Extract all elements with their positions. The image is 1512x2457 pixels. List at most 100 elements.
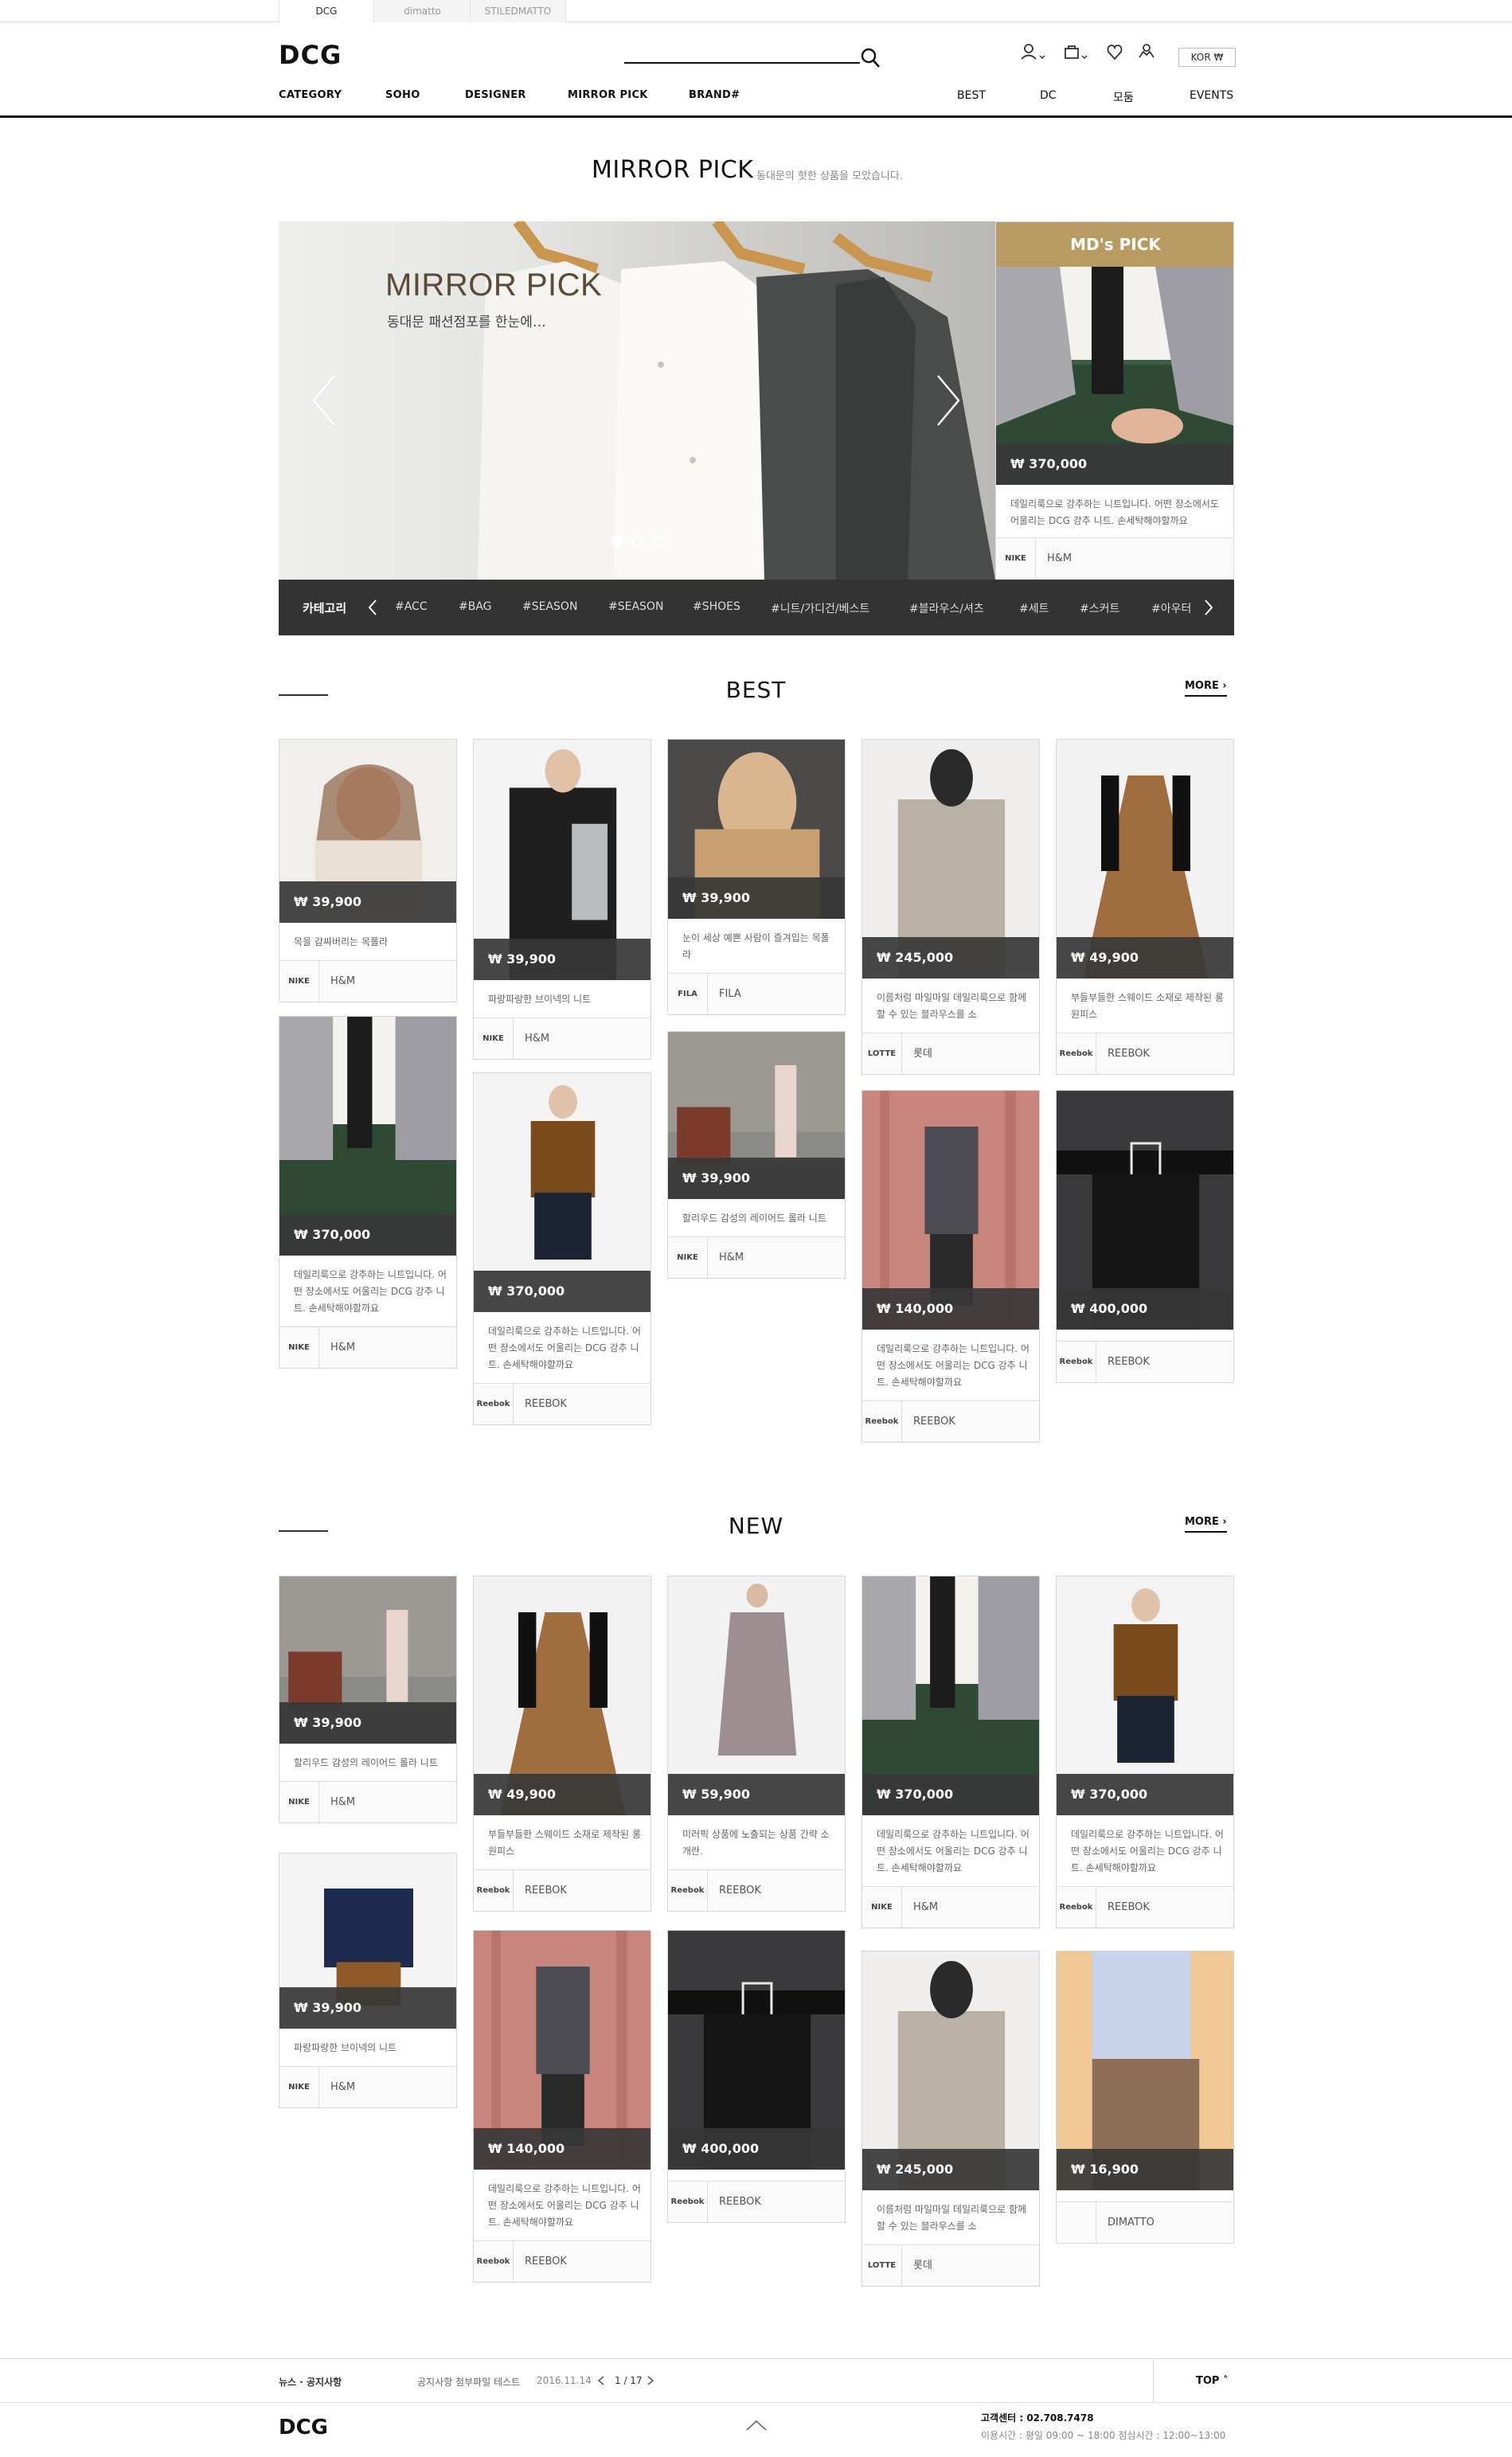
nav-designer[interactable]: DESIGNER <box>465 89 526 101</box>
new-title: NEW <box>728 1513 784 1539</box>
nav-modum[interactable]: 모둠 <box>1113 89 1134 105</box>
product-card[interactable]: ₩ 370,000 데일리룩으로 강추하는 니트입니다. 어떤 장소에서도 어울리… <box>1056 1576 1234 1928</box>
brand-row[interactable]: Reebok REEBOK <box>474 1869 651 1911</box>
category-item[interactable]: #SHOES <box>693 600 740 613</box>
brand-row[interactable]: NIKE H&M <box>279 1781 456 1822</box>
nav-soho[interactable]: SOHO <box>385 89 420 101</box>
product-card[interactable]: ₩ 140,000 데일리룩으로 강추하는 니트입니다. 어떤 장소에서도 어울리… <box>473 1930 651 2283</box>
product-price: ₩ 400,000 <box>668 2128 845 2170</box>
category-item[interactable]: #ACC <box>395 600 428 613</box>
product-card[interactable]: ₩ 370,000 데일리룩으로 강추하는 니트입니다. 어떤 장소에서도 어울리… <box>861 1576 1040 1928</box>
notice-next-icon[interactable] <box>647 2375 654 2386</box>
category-item[interactable]: #니트/가디건/베스트 <box>771 600 869 616</box>
product-desc: 데일리룩으로 강추하는 니트입니다. 어떤 장소에서도 어울리는 DCG 강추 … <box>294 1269 447 1314</box>
product-card[interactable]: ₩ 245,000 이름처럼 마일마일 데일리룩으로 함께할 수 있는 블라우스를… <box>861 739 1040 1075</box>
product-card[interactable]: ₩ 400,000 Reebok REEBOK <box>1056 1090 1234 1383</box>
notice-text[interactable]: 공지사항 첨부파일 테스트 <box>417 2375 520 2389</box>
brand-row[interactable]: Reebok REEBOK <box>862 1400 1039 1442</box>
notice-prev-icon[interactable] <box>597 2375 605 2386</box>
product-card[interactable]: ₩ 39,900 할리우드 감성의 레이어드 롤라 니트 NIKE H&M <box>279 1576 457 1823</box>
brand-row[interactable]: Reebok REEBOK <box>474 1383 651 1424</box>
site-tab-stiledmatto[interactable]: STILEDMATTO <box>471 0 566 22</box>
product-card[interactable]: ₩ 49,900 부들부들한 스웨이드 소재로 제작된 롱원피스 Reebok REE… <box>473 1576 651 1912</box>
product-card[interactable]: ₩ 16,900 DIMATTO <box>1056 1951 1234 2244</box>
product-price: ₩ 245,000 <box>862 937 1039 979</box>
category-item[interactable]: #아우터 <box>1151 600 1194 616</box>
brand-row[interactable]: NIKE H&M <box>279 1326 456 1368</box>
nav-best[interactable]: BEST <box>957 89 986 102</box>
brand-name: H&M <box>330 1342 356 1353</box>
brand-row[interactable]: NIKE H&M <box>279 2066 456 2107</box>
category-prev-icon[interactable] <box>368 599 377 616</box>
brand-row[interactable]: Reebok REEBOK <box>668 2181 845 2222</box>
new-more-label: MORE <box>1185 1516 1219 1528</box>
nav-dc[interactable]: DC <box>1040 89 1057 102</box>
category-item[interactable]: #블라우스/셔츠 <box>909 600 984 616</box>
product-card[interactable]: ₩ 39,900 파랑파랑한 브이넥의 니트 NIKE H&M <box>473 739 651 1060</box>
brand-row[interactable]: NIKE H&M <box>279 960 456 1002</box>
scroll-up-icon[interactable] <box>745 2419 768 2432</box>
product-card[interactable]: ₩ 400,000 Reebok REEBOK <box>667 1930 846 2223</box>
footer-logo[interactable]: DCG <box>279 2416 328 2439</box>
hero-dot-3[interactable] <box>653 536 664 547</box>
brand-row[interactable]: Reebok REEBOK <box>1057 1033 1233 1074</box>
category-item[interactable]: #SEASON <box>522 600 577 613</box>
product-card[interactable]: ₩ 59,900 미러픽 상품에 노출되는 상품 간략 소개란. Reebok REE… <box>667 1576 846 1912</box>
product-card[interactable]: ₩ 370,000 데일리룩으로 강추하는 니트입니다. 어떤 장소에서도 어울리… <box>279 1016 457 1369</box>
hero-dot-2[interactable] <box>632 536 643 547</box>
search-icon[interactable] <box>860 46 881 68</box>
category-item[interactable]: #스커트 <box>1080 600 1119 616</box>
brand-name: H&M <box>525 1033 550 1045</box>
brand-row[interactable]: Reebok REEBOK <box>474 2240 651 2282</box>
brand-name: REEBOK <box>913 1416 955 1428</box>
brand-row[interactable]: DIMATTO <box>1057 2201 1233 2243</box>
product-card[interactable]: ₩ 39,900 목을 감싸버리는 목폴라 NIKE H&M <box>279 739 457 1002</box>
brand-name: REEBOK <box>525 2256 567 2268</box>
brand-row[interactable]: Reebok REEBOK <box>1057 1886 1233 1928</box>
coupon-icon[interactable] <box>1137 41 1166 64</box>
brand-row[interactable]: Reebok REEBOK <box>668 1869 845 1911</box>
nav-events[interactable]: EVENTS <box>1190 89 1233 102</box>
site-tab-dimatto[interactable]: dimatto <box>375 0 471 22</box>
brand-row[interactable]: NIKE H&M <box>668 1236 845 1278</box>
product-card[interactable]: ₩ 39,900 눈이 세상 예쁜 사람이 즐겨입는 목폴라 FILA FILA <box>667 739 846 1015</box>
best-more-link[interactable]: MORE › <box>1185 680 1227 697</box>
nav-mirror-pick[interactable]: MIRROR PICK <box>568 89 648 101</box>
heart-icon[interactable] <box>1105 41 1134 64</box>
hero-dot-1[interactable] <box>611 536 623 547</box>
md-pick-brand-row[interactable]: NIKE H&M <box>996 537 1233 579</box>
currency-select[interactable]: KOR ₩ <box>1178 48 1236 67</box>
nav-brand[interactable]: BRAND# <box>689 89 740 101</box>
brand-row[interactable]: FILA FILA <box>668 973 845 1014</box>
top-button[interactable]: TOP ˄ <box>1196 2375 1228 2387</box>
hero-prev-arrow-icon[interactable] <box>309 373 341 428</box>
product-card[interactable]: ₩ 370,000 데일리룩으로 강추하는 니트입니다. 어떤 장소에서도 어울리… <box>473 1072 651 1425</box>
brand-logo-icon: NIKE <box>474 1018 514 1059</box>
hero-slider[interactable]: MIRROR PICK 동대문 패션점포를 한눈에… <box>279 221 995 580</box>
product-card[interactable]: ₩ 39,900 할리우드 감성의 레이어드 롤라 니트 NIKE H&M <box>667 1031 846 1279</box>
product-card[interactable]: ₩ 140,000 데일리룩으로 강추하는 니트입니다. 어떤 장소에서도 어울리… <box>861 1090 1040 1443</box>
product-desc: 목을 감싸버리는 목폴라 <box>294 936 389 947</box>
brand-row[interactable]: NIKE H&M <box>862 1886 1039 1928</box>
cart-icon[interactable] <box>1062 41 1091 64</box>
product-price: ₩ 39,900 <box>279 1987 456 2029</box>
user-icon[interactable] <box>1019 41 1048 64</box>
brand-row[interactable]: NIKE H&M <box>474 1018 651 1059</box>
brand-row[interactable]: Reebok REEBOK <box>1057 1341 1233 1382</box>
new-more-link[interactable]: MORE › <box>1185 1516 1227 1533</box>
nav-category[interactable]: CATEGORY <box>279 89 342 101</box>
category-item[interactable]: #세트 <box>1019 600 1049 616</box>
category-next-icon[interactable] <box>1204 599 1213 616</box>
site-tab-dcg[interactable]: DCG <box>279 0 374 22</box>
product-card[interactable]: ₩ 49,900 부들부들한 스웨이드 소재로 제작된 롱원피스 Reebok REE… <box>1056 739 1234 1075</box>
brand-row[interactable]: LOTTE 롯데 <box>862 1033 1039 1074</box>
product-card[interactable]: ₩ 39,900 파랑파랑한 브이넥의 니트 NIKE H&M <box>279 1853 457 2108</box>
search-input[interactable] <box>624 62 860 64</box>
category-item[interactable]: #BAG <box>459 600 492 613</box>
md-pick-card[interactable]: MD's PICK ₩ 370,000 데일리룩으로 강추하는 니트입니다. 어… <box>995 221 1234 580</box>
brand-row[interactable]: LOTTE 롯데 <box>862 2244 1039 2286</box>
site-logo[interactable]: DCG <box>279 40 342 70</box>
category-item[interactable]: #SEASON <box>608 600 663 613</box>
product-card[interactable]: ₩ 245,000 이름처럼 마일마일 데일리룩으로 함께할 수 있는 블라우스를… <box>861 1951 1040 2287</box>
hero-next-arrow-icon[interactable] <box>932 373 963 428</box>
